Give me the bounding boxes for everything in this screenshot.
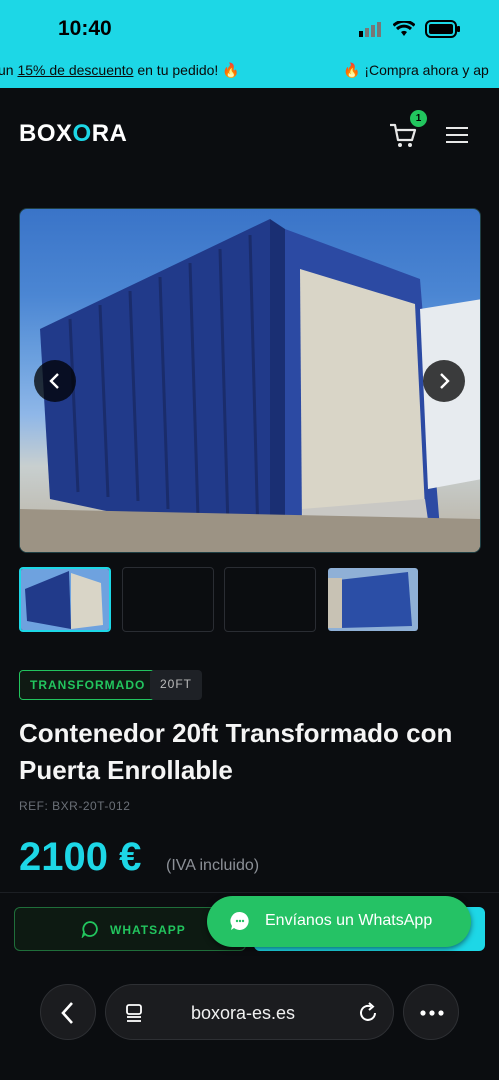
price-note: (IVA incluido) [166,857,260,874]
more-dots-icon [420,1010,444,1016]
thumbnail-photo [328,568,418,631]
chevron-left-icon [61,1002,73,1024]
signal-icon [359,22,381,37]
chat-bubble-icon [81,921,98,938]
gallery-prev-button[interactable] [34,360,76,402]
product-ref: REF: BXR-20T-012 [19,799,131,813]
logo-part-1: BOX [19,120,73,147]
floating-whatsapp-button[interactable]: Envíanos un WhatsApp [207,896,471,947]
thumbnail-photo [21,569,109,630]
thumbnail-4[interactable] [327,567,419,632]
brand-logo[interactable]: BOXORA [19,120,127,148]
badge-transformado: TRANSFORMADO [19,670,157,700]
logo-part-2: RA [91,120,128,147]
chevron-right-icon [440,373,450,389]
battery-icon [425,20,460,38]
divider [0,892,499,893]
product-main-image[interactable] [19,208,481,553]
product-title: Contenedor 20ft Transformado con Puerta … [19,718,453,785]
promo-discount-link[interactable]: 15% de descuento [17,62,133,78]
address-bar[interactable]: boxora-es.es [105,984,394,1040]
promo-prefix: un [0,62,14,78]
url-text: boxora-es.es [191,1003,296,1023]
status-bar: 10:40 [0,0,499,52]
product-price: 2100 € [19,835,142,879]
browser-back-button[interactable] [40,984,96,1040]
promo-segment-2: 🔥 ¡Compra ahora y ap [343,62,489,78]
page-tabs-icon[interactable] [124,1003,144,1023]
badge-size: 20FT [150,670,203,700]
promo-segment-1: un 15% de descuento en tu pedido! 🔥 [0,62,240,79]
promo-suffix: en tu pedido! 🔥 [133,62,240,78]
thumbnail-2[interactable] [122,567,214,632]
container-photo [20,219,480,552]
wifi-icon [393,21,415,36]
status-time: 10:40 [58,17,112,40]
chevron-left-icon [49,373,59,389]
reload-icon[interactable] [357,1002,379,1024]
cart-icon[interactable] [388,122,418,150]
gallery-next-button[interactable] [423,360,465,402]
cart-count-badge: 1 [410,110,427,127]
whatsapp-icon [230,911,249,930]
browser-more-button[interactable] [403,984,459,1040]
promo-marquee: un 15% de descuento en tu pedido! 🔥 🔥 ¡C… [0,52,499,88]
thumbnail-3[interactable] [224,567,316,632]
thumbnail-1[interactable] [19,567,111,632]
floating-whatsapp-label: Envíanos un WhatsApp [265,912,433,929]
status-icons [359,20,461,38]
logo-o: O [72,120,92,147]
hamburger-menu-icon[interactable] [446,126,468,144]
whatsapp-button-label: WHATSAPP [110,923,186,937]
site-header: BOXORA [0,88,499,178]
